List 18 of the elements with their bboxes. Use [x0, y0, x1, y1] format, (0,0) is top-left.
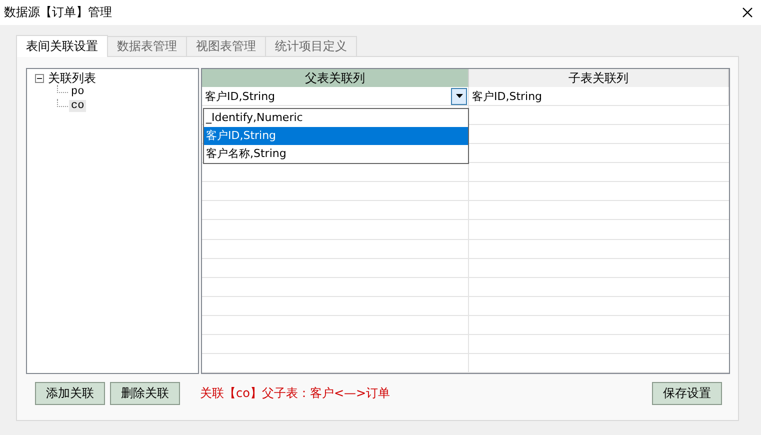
dropdown-field[interactable]: 客户ID,String	[202, 87, 469, 106]
column-header: 子表关联列	[469, 69, 729, 87]
dropdown-option[interactable]: 客户ID,String	[204, 127, 468, 145]
column-header: 父表关联列	[202, 69, 469, 87]
status-text: 关联【co】父子表：客户<—>订单	[200, 385, 392, 402]
action-button[interactable]: 添加关联	[35, 382, 105, 405]
collapse-icon[interactable]	[35, 74, 44, 82]
tree-item[interactable]: po	[69, 86, 86, 98]
tab[interactable]: 表间关联设置	[16, 35, 108, 57]
window-title: 数据源【订单】管理	[4, 4, 112, 21]
save-button[interactable]: 保存设置	[652, 382, 722, 405]
close-icon[interactable]	[742, 7, 753, 18]
tree-item[interactable]: 关联列表	[47, 70, 97, 86]
caret-icon	[456, 94, 462, 98]
table-cell: 客户ID,String	[469, 87, 729, 106]
tree-item[interactable]: co	[69, 100, 86, 112]
action-button[interactable]: 删除关联	[110, 382, 180, 405]
tab[interactable]: 统计项目定义	[265, 36, 357, 57]
